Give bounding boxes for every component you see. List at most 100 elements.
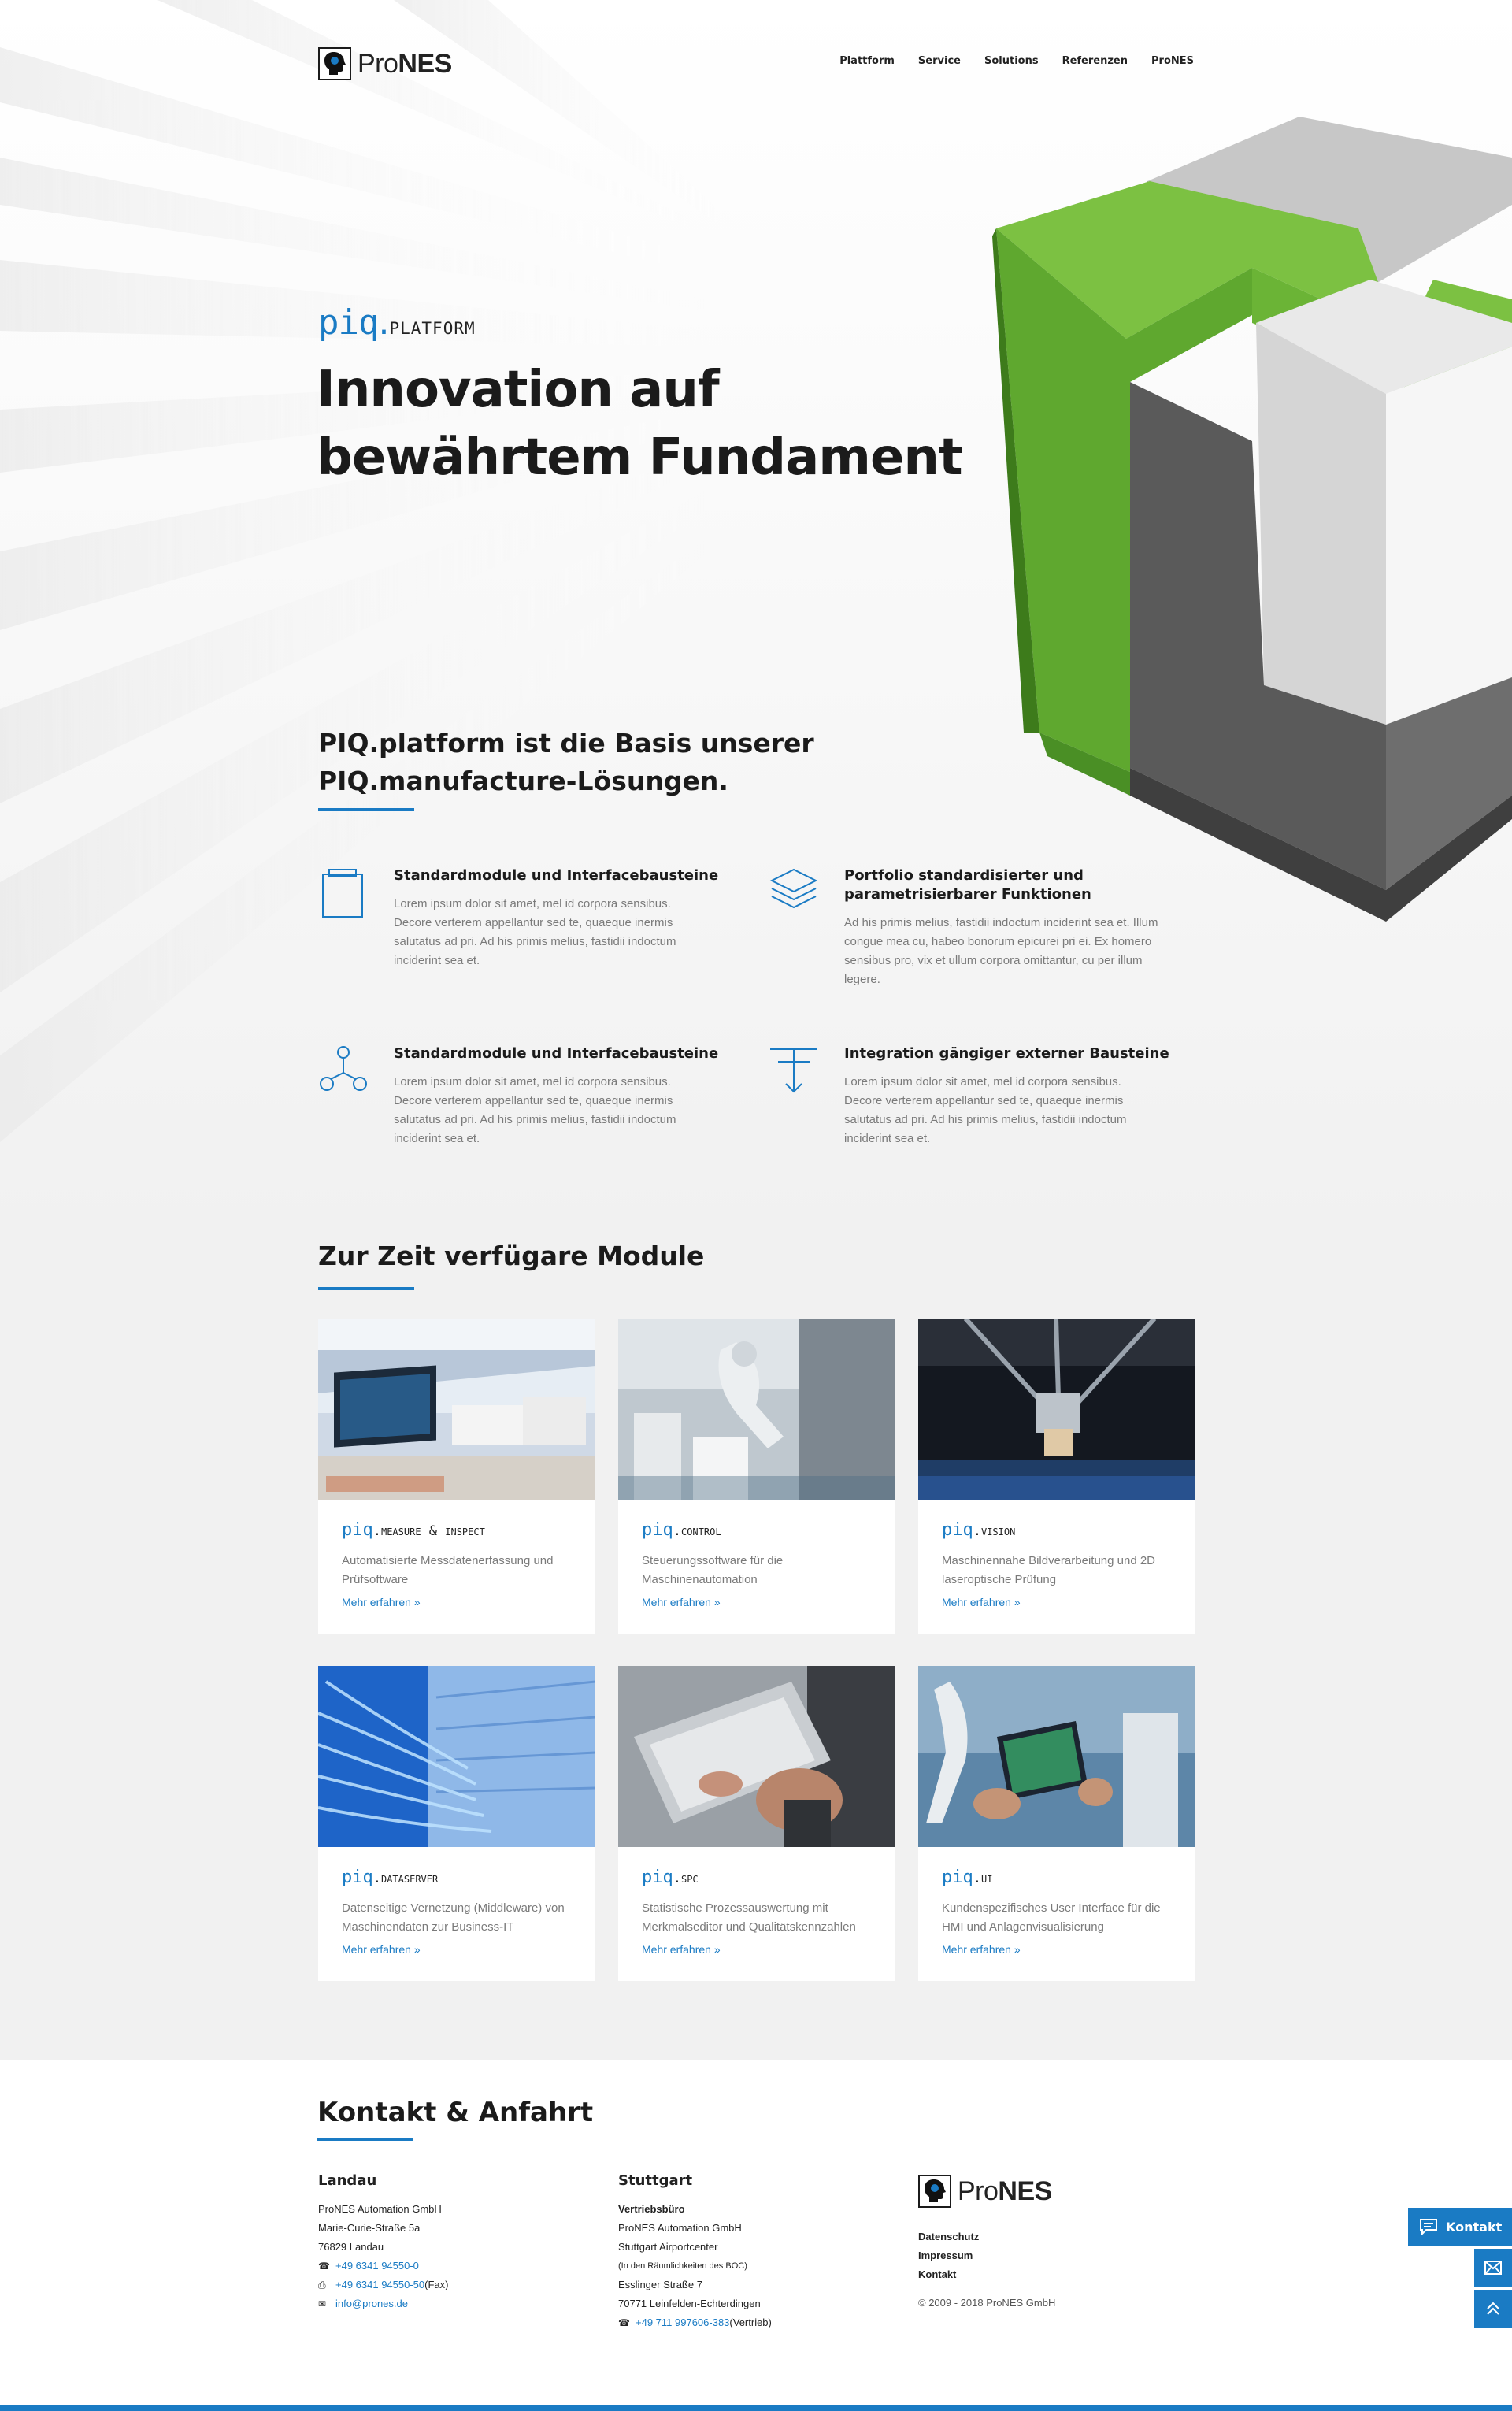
module-description: Datenseitige Vernetzung (Middleware) von… [342,1901,565,1934]
network-icon [320,1046,367,1091]
double-chevron-up-icon [1487,2302,1499,2315]
module-card-vision[interactable]: piq .vision Maschinennahe Bildverarbeitun… [918,1319,1195,1634]
footer-brand-col: ProNES Datenschutz Impressum Kontakt © 2… [918,2174,1178,2313]
module-card-ui[interactable]: piq .ui Kundenspezifisches User Interface… [918,1666,1195,1981]
integration-arrow-icon [770,1048,817,1093]
feature-text: Lorem ipsum dolor sit amet, mel id corpo… [844,1075,1127,1145]
head-silhouette-icon [918,2175,951,2208]
module-description: Kundenspezifisches User Interface für di… [942,1901,1161,1934]
nav-item-solutions[interactable]: Solutions [984,55,1039,67]
mehr-erfahren-link[interactable]: Mehr erfahren » [342,1596,421,1608]
module-description: Automatisierte Messdatenerfassung und Pr… [342,1554,554,1586]
site-header: ProNES Plattform Service Solutions Refer… [318,44,1194,83]
landau-email-link[interactable]: info@prones.de [335,2294,408,2313]
nav-item-prones[interactable]: ProNES [1151,55,1194,67]
feature-title: Integration gängiger externer Bausteine [844,1045,1169,1062]
landau-phone-line: ☎ +49 6341 94550-0 [318,2257,578,2276]
module-name: piq .measure & inspect [342,1520,485,1540]
mehr-erfahren-link[interactable]: Mehr erfahren » [642,1943,721,1956]
footer-stuttgart: Stuttgart Vertriebsbüro ProNES Automatio… [618,2172,886,2332]
side-scroll-top-button[interactable] [1474,2290,1512,2328]
landau-phone-link[interactable]: +49 6341 94550-0 [335,2257,419,2276]
hero-title-line1: Innovation auf [317,361,720,419]
intro-line1: PIQ.platform ist die Basis unserer [318,728,814,759]
module-card-dataserver[interactable]: piq .dataserver Datenseitige Vernetzung (… [318,1666,595,1981]
link-datenschutz[interactable]: Datenschutz [918,2227,1178,2246]
stuttgart-place: Stuttgart Airportcenter [618,2241,718,2253]
footer-logo[interactable]: ProNES [918,2174,1178,2209]
link-kontakt[interactable]: Kontakt [918,2265,1178,2284]
mehr-erfahren-link[interactable]: Mehr erfahren » [642,1596,721,1608]
hero-title: Innovation auf bewährtem Fundament [317,356,963,491]
mehr-erfahren-link[interactable]: Mehr erfahren » [342,1943,421,1956]
module-image-vision [918,1319,1195,1500]
stuttgart-subheading: Vertriebsbüro [618,2203,685,2215]
module-name: piq .ui [942,1868,993,1887]
module-card-spc[interactable]: piq .spc Statistische Prozessauswertung m… [618,1666,895,1981]
side-mail-button[interactable] [1474,2249,1512,2287]
mail-icon [1484,2261,1502,2275]
module-image-dataserver [318,1666,595,1847]
landau-company: ProNES Automation GmbH [318,2203,442,2215]
footer-landau: Landau ProNES Automation GmbH Marie-Curi… [318,2172,578,2313]
stuttgart-street: Esslinger Straße 7 [618,2279,702,2290]
module-image-measure [318,1319,595,1500]
prones-logo[interactable]: ProNES [318,44,452,83]
landau-email-line: ✉ info@prones.de [318,2294,578,2313]
module-name: piq .spc [642,1868,699,1887]
chat-icon [1420,2219,1437,2235]
landau-street: Marie-Curie-Straße 5a [318,2222,421,2234]
hero-title-line2: bewährtem Fundament [317,428,963,487]
copyright: © 2009 - 2018 ProNES GmbH [918,2297,1056,2309]
stuttgart-city: 70771 Leinfelden-Echterdingen [618,2298,761,2309]
nav-item-referenzen[interactable]: Referenzen [1062,55,1128,67]
mehr-erfahren-link[interactable]: Mehr erfahren » [942,1943,1021,1956]
cube-graphic [992,117,1512,922]
nav-item-plattform[interactable]: Plattform [839,55,895,67]
feature-text: Lorem ipsum dolor sit amet, mel id corpo… [394,1075,676,1145]
module-description: Steuerungssoftware für die Maschinenauto… [642,1554,784,1586]
stuttgart-phone-link[interactable]: +49 711 997606-383 [636,2313,729,2332]
footer-accent-bar [0,2405,1512,2411]
kontakt-title: Kontakt & Anfahrt [317,2097,594,2128]
module-box-icon [322,869,363,918]
module-card-control[interactable]: piq .control Steuerungssoftware für die M… [618,1319,895,1634]
piq-platform-wordmark: piq. platform [318,302,476,343]
phone-icon: ☎ [318,2261,330,2272]
phone-icon: ☎ [618,2317,630,2328]
landau-fax-link[interactable]: +49 6341 94550-50 [335,2276,424,2294]
module-image-ui [918,1666,1195,1847]
intro-line2: PIQ.manufacture-Lösungen. [318,766,728,796]
stuttgart-phone-line: ☎ +49 711 997606-383 (Vertrieb) [618,2313,886,2332]
mehr-erfahren-link[interactable]: Mehr erfahren » [942,1596,1021,1608]
phone-suffix: (Vertrieb) [729,2316,772,2328]
feature-text: Lorem ipsum dolor sit amet, mel id corpo… [394,897,676,967]
side-kontakt-label: Kontakt [1446,2219,1503,2235]
module-image-control [618,1319,895,1500]
side-kontakt-button[interactable]: Kontakt [1408,2208,1512,2246]
landau-heading: Landau [318,2172,377,2189]
module-name: piq .dataserver [342,1868,439,1887]
landau-city: 76829 Landau [318,2241,384,2253]
intro-underline [318,808,414,811]
stuttgart-note: (In den Räumlichkeiten des BOC) [618,2261,747,2271]
modules-underline [318,1287,414,1290]
module-description: Statistische Prozessauswertung mit Merkm… [642,1901,856,1934]
platform-wordmark: platform [389,313,476,340]
kontakt-underline [317,2138,413,2141]
intro-heading: PIQ.platform ist die Basis unserer PIQ.m… [318,725,869,800]
nav-item-service[interactable]: Service [918,55,961,67]
mail-icon: ✉ [318,2298,327,2309]
stuttgart-company: ProNES Automation GmbH [618,2222,742,2234]
landau-fax-line: ⎙ +49 6341 94550-50 (Fax) [318,2276,578,2294]
link-impressum[interactable]: Impressum [918,2246,1178,2265]
module-description: Maschinennahe Bildverarbeitung und 2D la… [942,1554,1156,1586]
main-nav: Plattform Service Solutions Referenzen P… [839,55,1194,67]
logo-text: ProNES [958,2176,1052,2206]
wordmark-dot: . [378,302,390,343]
layers-icon [769,868,818,909]
piq-wordmark: piq [318,302,379,343]
modules-title: Zur Zeit verfügare Module [318,1241,705,1271]
footer-links: Datenschutz Impressum Kontakt [918,2227,1178,2284]
module-card-measure[interactable]: piq .measure & inspect Automatisierte Mes… [318,1319,595,1634]
